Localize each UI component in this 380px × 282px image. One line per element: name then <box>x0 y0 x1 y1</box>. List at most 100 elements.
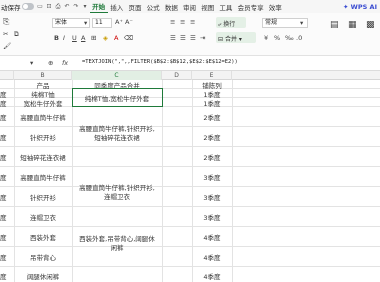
column-header: B C D E <box>0 71 380 80</box>
wrap-text-button[interactable]: ⤶ 换行 <box>218 19 235 29</box>
chevron-down-icon[interactable]: ▾ <box>81 3 90 10</box>
cell-b5[interactable]: 针织开衫 <box>14 132 72 142</box>
font-size-select[interactable]: 11 <box>92 18 112 28</box>
paste-icon[interactable]: ⎘ <box>3 18 9 26</box>
align-top-icon[interactable]: ≡ <box>170 18 175 26</box>
cell-c10-merged[interactable]: 西装外套,吊带背心,阔腿休闲裤 <box>76 235 158 253</box>
cell-b8[interactable]: 针织开衫 <box>14 192 72 202</box>
tab-view[interactable]: 视图 <box>199 2 217 12</box>
cell-b3[interactable]: 宽松牛仔外套 <box>14 98 72 108</box>
cell-b9[interactable]: 连帽卫衣 <box>14 212 72 222</box>
align-left-icon[interactable]: ☰ <box>170 34 176 42</box>
increase-decimal-icon[interactable]: .0 <box>296 34 302 42</box>
cell-e8[interactable]: 3季度 <box>192 192 232 202</box>
border-icon[interactable]: ⊞ <box>91 34 96 42</box>
undo-icon[interactable]: ↶ <box>63 3 72 10</box>
autosave-toggle[interactable] <box>21 3 34 10</box>
cell-b7[interactable]: 高腰直筒牛仔裤 <box>14 172 72 182</box>
merge-cells-label: 合并 <box>224 36 237 43</box>
ribbon-toolbar: ⎘ ✂ 🖌 ⧉ 宋体 ▾ 11 A⁺ A⁻ B I U A ⊞ ◈ A ⌫ ≡ … <box>0 13 380 56</box>
chevron-down-icon[interactable]: ▾ <box>30 59 33 67</box>
tab-member[interactable]: 会员专享 <box>235 2 266 12</box>
tab-page[interactable]: 页面 <box>126 2 144 12</box>
cell-e9[interactable]: 3季度 <box>192 212 232 222</box>
merge-cells-button[interactable]: ⊟ 合并 ▾ <box>218 34 242 43</box>
function-icon[interactable]: fx <box>62 59 68 67</box>
cell-style-icon[interactable]: ▦ <box>348 21 357 30</box>
cell-b10[interactable]: 西装外套 <box>14 232 72 242</box>
conditional-format-icon[interactable]: ▤ <box>330 21 339 30</box>
indent-icon[interactable]: ⇥ <box>200 34 205 42</box>
copy-icon[interactable]: ⧉ <box>14 30 19 38</box>
cell-b11[interactable]: 吊带背心 <box>14 252 72 262</box>
chevron-down-icon[interactable]: ▾ <box>84 19 87 27</box>
cell-a5[interactable]: 度 <box>0 132 14 142</box>
cell-e7[interactable]: 3季度 <box>192 172 232 182</box>
redo-icon[interactable]: ↷ <box>72 3 81 10</box>
align-middle-icon[interactable]: ≡ <box>180 18 185 26</box>
cell-e10[interactable]: 4季度 <box>192 232 232 242</box>
selected-cell-c2[interactable]: 纯棉T恤,宽松牛仔外套 <box>72 88 163 107</box>
cell-a8[interactable]: 度 <box>0 192 14 202</box>
tab-insert[interactable]: 插入 <box>108 2 126 12</box>
cell-e5[interactable]: 2季度 <box>192 132 232 142</box>
cell-a10[interactable]: 度 <box>0 232 14 242</box>
chevron-down-icon[interactable]: ▾ <box>300 19 303 27</box>
cell-c7-merged[interactable]: 高腰直筒牛仔裤,针织开衫,连帽卫衣 <box>76 184 158 202</box>
align-center-icon[interactable]: ☰ <box>180 34 186 42</box>
print-icon[interactable]: ⎙ <box>54 3 63 11</box>
cell-e6[interactable]: 2季度 <box>192 152 232 162</box>
column-header-blank <box>232 71 380 80</box>
italic-icon[interactable]: I <box>63 34 65 42</box>
corner-cell[interactable] <box>0 71 14 80</box>
cell-b6[interactable]: 短袖碎花连衣裙 <box>14 152 72 162</box>
font-grow-icon[interactable]: A⁺ <box>115 18 123 26</box>
underline-icon[interactable]: U <box>72 34 77 42</box>
save-icon[interactable]: ⊡ <box>45 3 54 10</box>
formula-input[interactable]: =TEXTJOIN(",",,FILTER($B$2:$B$12,$E$2:$E… <box>82 59 238 65</box>
cell-b4[interactable]: 高腰直筒牛仔裤 <box>14 112 72 122</box>
tab-home[interactable]: 开始 <box>89 1 108 13</box>
fill-color-icon[interactable]: ◈ <box>103 34 108 42</box>
font-color-icon[interactable]: A <box>114 34 118 42</box>
tab-tools[interactable]: 工具 <box>217 2 235 12</box>
cell-a3[interactable]: 度 <box>0 98 14 108</box>
cut-icon[interactable]: ✂ <box>3 30 8 38</box>
column-header-c[interactable]: C <box>72 71 162 80</box>
cell-c4-merged[interactable]: 高腰直筒牛仔裤,针织开衫,短袖碎花连衣裙 <box>76 125 158 143</box>
format-painter-icon[interactable]: 🖌 <box>3 42 11 50</box>
align-bottom-icon[interactable]: ≡ <box>190 18 195 26</box>
percent-icon[interactable]: % <box>274 34 280 42</box>
folder-icon[interactable]: ▭ <box>36 3 45 10</box>
tab-formula[interactable]: 公式 <box>144 2 162 12</box>
tab-review[interactable]: 审阅 <box>180 2 198 12</box>
font-shrink-icon[interactable]: A⁻ <box>125 18 133 26</box>
thousands-icon[interactable]: ‰ <box>285 34 294 42</box>
cell-a6[interactable]: 度 <box>0 152 14 162</box>
table-style-icon[interactable]: ▩ <box>366 21 375 30</box>
cell-a12[interactable]: 度 <box>0 271 14 281</box>
menu-bar: 动保存 ▭ ⊡ ⎙ ↶ ↷ ▾ 开始 插入 页面 公式 数据 审阅 视图 工具 … <box>0 0 380 13</box>
column-header-b[interactable]: B <box>14 71 72 80</box>
cell-e12[interactable]: 4季度 <box>192 271 232 281</box>
cell-a11[interactable]: 度 <box>0 252 14 262</box>
wps-ai-button[interactable]: ✦ WPS AI <box>343 3 377 11</box>
clear-format-icon[interactable]: ⌫ <box>124 34 133 42</box>
cell-e11[interactable]: 4季度 <box>192 252 232 262</box>
bold-icon[interactable]: B <box>54 34 59 42</box>
cell-e4[interactable]: 2季度 <box>192 112 232 122</box>
tab-efficiency[interactable]: 效率 <box>266 2 284 12</box>
currency-icon[interactable]: ¥ <box>264 34 268 42</box>
align-right-icon[interactable]: ☰ <box>190 34 196 42</box>
tab-data[interactable]: 数据 <box>162 2 180 12</box>
cell-b12[interactable]: 阔腿休闲裤 <box>14 271 72 281</box>
column-header-d[interactable]: D <box>162 71 192 80</box>
column-header-e[interactable]: E <box>192 71 232 80</box>
wps-ai-label: WPS AI <box>350 2 377 11</box>
strike-icon[interactable]: A <box>81 34 85 42</box>
zoom-icon[interactable]: ⊕ <box>48 59 53 67</box>
cell-a4[interactable]: 度 <box>0 112 14 122</box>
cell-a7[interactable]: 度 <box>0 172 14 182</box>
cell-a9[interactable]: 度 <box>0 212 14 222</box>
cell-e3[interactable]: 1季度 <box>192 98 232 108</box>
